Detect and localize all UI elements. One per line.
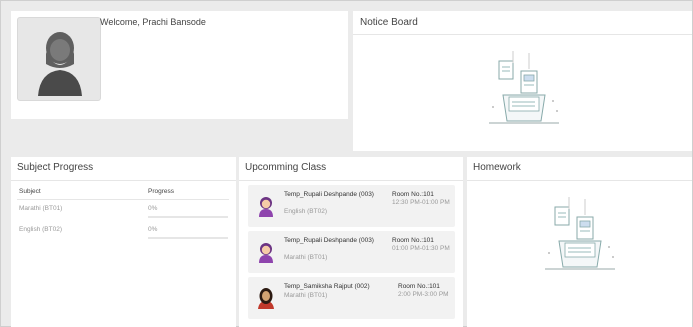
homework-card: Homework	[467, 157, 692, 327]
teacher-name: Temp_Rupali Deshpande (003)	[284, 191, 374, 198]
teacher-photo-icon	[258, 288, 274, 309]
class-time: 2:00 PM-3:00 PM	[398, 291, 449, 298]
upcoming-class-card: Upcomming Class Temp_Rupali Deshpande (0…	[239, 157, 463, 327]
teacher-avatar-icon	[259, 197, 273, 217]
divider	[353, 34, 692, 35]
divider	[11, 180, 236, 181]
teacher-name: Temp_Rupali Deshpande (003)	[284, 237, 374, 244]
subject-progress-title: Subject Progress	[17, 162, 94, 173]
divider	[239, 180, 463, 181]
subject-name: Marathi (BT01)	[19, 205, 63, 212]
welcome-text: Welcome, Prachi Bansode	[100, 17, 206, 27]
class-time: 12:30 PM-01:00 PM	[392, 199, 450, 206]
progress-value: 0%	[148, 226, 158, 233]
class-subject: English (BT02)	[284, 208, 327, 215]
class-time: 01:00 PM-01:30 PM	[392, 245, 450, 252]
room-number: Room No.:101	[392, 237, 434, 244]
upcoming-class-title: Upcomming Class	[245, 162, 327, 173]
user-silhouette-icon	[38, 32, 82, 96]
dashboard-frame: Welcome, Prachi Bansode Notice Board Sub…	[0, 0, 693, 327]
teacher-avatar-icon	[259, 243, 273, 263]
teacher-name: Temp_Samiksha Rajput (002)	[284, 283, 370, 290]
subject-progress-card: Subject Progress Subject Progress Marath…	[11, 157, 236, 327]
progress-bar	[148, 237, 228, 239]
progress-bar	[148, 216, 228, 218]
divider	[467, 180, 692, 181]
class-subject: Marathi (BT01)	[284, 292, 328, 299]
class-item[interactable]: Temp_Rupali Deshpande (003) Marathi (BT0…	[248, 231, 455, 273]
progress-value: 0%	[148, 205, 158, 212]
empty-tray-icon	[489, 51, 559, 124]
profile-card: Welcome, Prachi Bansode	[11, 11, 348, 119]
room-number: Room No.:101	[392, 191, 434, 198]
subject-name: English (BT02)	[19, 226, 62, 233]
empty-tray-icon	[545, 197, 615, 270]
notice-board-card: Notice Board	[353, 11, 692, 151]
class-subject: Marathi (BT01)	[284, 254, 328, 261]
homework-title: Homework	[473, 162, 521, 173]
avatar	[17, 17, 101, 101]
class-item[interactable]: Temp_Samiksha Rajput (002) Marathi (BT01…	[248, 277, 455, 319]
divider	[17, 199, 229, 200]
column-header-subject: Subject	[19, 188, 41, 195]
notice-board-title: Notice Board	[360, 17, 418, 28]
room-number: Room No.:101	[398, 283, 440, 290]
column-header-progress: Progress	[148, 188, 175, 195]
class-item[interactable]: Temp_Rupali Deshpande (003) English (BT0…	[248, 185, 455, 227]
